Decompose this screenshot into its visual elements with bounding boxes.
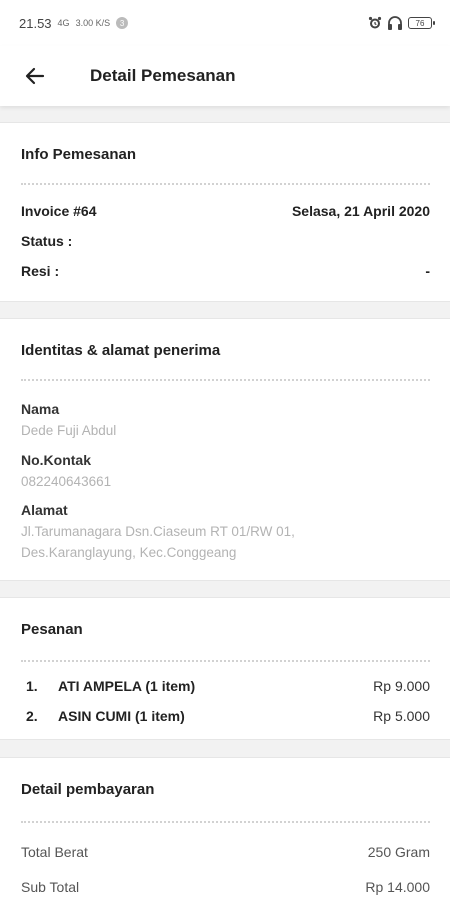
battery-icon: 76: [408, 17, 435, 29]
page-title: Detail Pemesanan: [90, 66, 236, 85]
status-right: 76: [368, 15, 435, 31]
order-date: Selasa, 21 April 2020: [291, 203, 430, 219]
payment-value: 250 Gram: [367, 844, 430, 860]
divider: [21, 660, 430, 662]
data-speed: 3.00 K/S: [75, 18, 111, 28]
resi-label: Resi :: [21, 263, 60, 279]
status-left: 21.53 4G 3.00 K/S 3: [19, 15, 129, 31]
payment-label: Sub Total: [21, 879, 80, 895]
identitas-card: Identitas & alamat penerima Nama Dede Fu…: [0, 318, 450, 581]
invoice-row: Invoice #64 Selasa, 21 April 2020: [21, 203, 430, 219]
payment-value: Rp 14.000: [365, 879, 430, 895]
pesanan-title: Pesanan: [21, 621, 83, 638]
pembayaran-card: Detail pembayaran Total Berat 250 Gram S…: [0, 757, 450, 900]
info-pemesanan-title: Info Pemesanan: [21, 146, 137, 163]
network-indicator: 4G: [57, 18, 70, 28]
back-arrow-icon: [25, 67, 45, 85]
status-label: Status :: [21, 233, 73, 249]
alamat-label: Alamat: [21, 502, 68, 518]
payment-row: Sub Total Rp 14.000: [21, 879, 430, 895]
item-name: ATI AMPELA (1 item): [58, 678, 196, 694]
resi-value: -: [425, 263, 430, 279]
payment-label: Total Berat: [21, 844, 88, 860]
item-price: Rp 9.000: [373, 678, 430, 694]
invoice-number: Invoice #64: [21, 203, 97, 219]
pembayaran-title: Detail pembayaran: [21, 781, 155, 798]
kontak-value: 082240643661: [21, 474, 112, 489]
status-bar: 21.53 4G 3.00 K/S 3 76: [0, 0, 450, 46]
kontak-label: No.Kontak: [21, 452, 91, 468]
nama-label: Nama: [21, 401, 60, 417]
item-name: ASIN CUMI (1 item): [58, 708, 185, 724]
pesanan-card: Pesanan 1. ATI AMPELA (1 item) Rp 9.000 …: [0, 597, 450, 740]
list-item: 1. ATI AMPELA (1 item) Rp 9.000: [26, 678, 430, 694]
divider: [21, 821, 430, 823]
divider: [21, 379, 430, 381]
item-number: 1.: [26, 678, 38, 694]
resi-row: Resi : -: [21, 263, 430, 279]
divider: [21, 183, 430, 185]
item-number: 2.: [26, 708, 38, 724]
back-button[interactable]: [0, 46, 70, 106]
status-time: 21.53: [19, 15, 52, 31]
identitas-title: Identitas & alamat penerima: [21, 342, 221, 359]
headphones-icon: [388, 16, 402, 30]
list-item: 2. ASIN CUMI (1 item) Rp 5.000: [26, 708, 430, 724]
payment-row: Total Berat 250 Gram: [21, 844, 430, 860]
alamat-value: Jl.Tarumanagara Dsn.Ciaseum RT 01/RW 01,…: [21, 524, 295, 560]
notification-badge: 3: [116, 17, 129, 29]
app-bar: Detail Pemesanan: [0, 46, 450, 106]
item-price: Rp 5.000: [373, 708, 430, 724]
status-row: Status :: [21, 233, 430, 249]
alarm-icon: [368, 16, 382, 29]
nama-value: Dede Fuji Abdul: [21, 423, 117, 438]
info-pemesanan-card: Info Pemesanan Invoice #64 Selasa, 21 Ap…: [0, 122, 450, 302]
